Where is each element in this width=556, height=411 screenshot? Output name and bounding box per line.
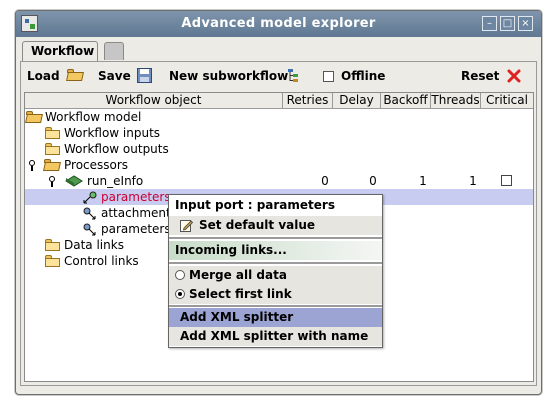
delay-value[interactable]: 0 (363, 173, 383, 189)
edit-note-icon (180, 219, 194, 232)
column-header-workflow-object[interactable]: Workflow object (25, 93, 283, 109)
window-title: Advanced model explorer (181, 16, 376, 31)
node-label: parameters (101, 190, 171, 204)
load-button[interactable]: Load (27, 69, 60, 83)
tree-row-workflow-model[interactable]: Workflow model (25, 109, 533, 125)
offline-checkbox[interactable] (323, 71, 334, 82)
menu-separator (169, 305, 382, 307)
menu-separator (169, 262, 382, 264)
column-header-backoff[interactable]: Backoff (381, 93, 431, 109)
tab-strip: Workflow (22, 41, 522, 62)
menu-header-incoming-links: Incoming links... (169, 241, 382, 260)
threads-value[interactable]: 1 (463, 173, 483, 189)
critical-checkbox[interactable] (501, 175, 512, 186)
radio-select-first[interactable] (175, 289, 185, 299)
node-label: Workflow outputs (64, 142, 169, 156)
floppy-disk-icon[interactable] (137, 68, 153, 83)
input-port-icon (83, 207, 97, 220)
open-folder-icon[interactable] (67, 68, 83, 82)
node-label: Workflow model (45, 110, 142, 124)
folder-icon (45, 239, 61, 251)
minimize-button[interactable]: – (482, 16, 497, 31)
radio-merge-all[interactable] (175, 270, 185, 280)
open-folder-icon (26, 111, 42, 123)
tree-row-workflow-outputs[interactable]: Workflow outputs (25, 141, 533, 157)
node-label: run_eInfo (87, 174, 144, 188)
red-x-icon[interactable] (507, 69, 523, 83)
subworkflow-icon[interactable] (287, 68, 303, 82)
menu-item-add-xml-splitter-with-name[interactable]: Add XML splitter with name (169, 327, 382, 346)
expand-handle-icon[interactable] (49, 176, 55, 187)
input-port-icon (83, 223, 97, 236)
new-subworkflow-button[interactable]: New subworkflow (169, 69, 288, 83)
expand-handle-icon[interactable] (29, 160, 35, 171)
tree-row-workflow-inputs[interactable]: Workflow inputs (25, 125, 533, 141)
node-label: parameters (101, 222, 171, 236)
menu-item-merge-all-data[interactable]: Merge all data (169, 266, 382, 285)
tab-workflow[interactable]: Workflow (22, 41, 98, 62)
maximize-button[interactable]: □ (500, 16, 515, 31)
offline-label: Offline (341, 69, 386, 83)
tree-row-processor-run-einfo[interactable]: run_eInfo 0 0 1 1 (25, 173, 533, 189)
node-label: Data links (64, 238, 124, 252)
node-label: Control links (64, 254, 139, 268)
menu-item-label: Set default value (199, 218, 316, 232)
folder-icon (45, 143, 61, 155)
column-header-delay[interactable]: Delay (333, 93, 381, 109)
retries-value[interactable]: 0 (315, 173, 335, 189)
output-port-icon (83, 191, 97, 204)
backoff-value[interactable]: 1 (413, 173, 433, 189)
toolbar: Load Save New subworkflow Offline Reset (21, 62, 536, 90)
column-header-critical[interactable]: Critical (481, 93, 533, 109)
port-context-menu: Input port : parameters Set default valu… (168, 194, 383, 348)
title-bar[interactable]: Advanced model explorer – □ × (16, 11, 541, 37)
folder-icon (45, 255, 61, 267)
menu-item-add-xml-splitter[interactable]: Add XML splitter (169, 308, 382, 327)
menu-item-label: Merge all data (189, 268, 287, 282)
close-button[interactable]: × (518, 16, 533, 31)
column-header-threads[interactable]: Threads (431, 93, 481, 109)
column-header-retries[interactable]: Retries (283, 93, 333, 109)
node-label: attachmentL (101, 206, 178, 220)
menu-header-input-port: Input port : parameters (175, 198, 335, 212)
folder-icon (45, 127, 61, 139)
open-folder-icon (44, 159, 60, 171)
node-label: Workflow inputs (64, 126, 161, 140)
tab-secondary[interactable] (104, 42, 124, 60)
node-label: Processors (64, 158, 129, 172)
menu-separator (169, 237, 382, 239)
reset-button[interactable]: Reset (461, 69, 499, 83)
menu-item-set-default-value[interactable]: Set default value (169, 216, 382, 235)
save-button[interactable]: Save (98, 69, 131, 83)
menu-item-label: Select first link (189, 287, 292, 301)
processor-icon (65, 175, 83, 187)
menu-item-select-first-link[interactable]: Select first link (169, 285, 382, 304)
tree-row-processors[interactable]: Processors (25, 157, 533, 173)
